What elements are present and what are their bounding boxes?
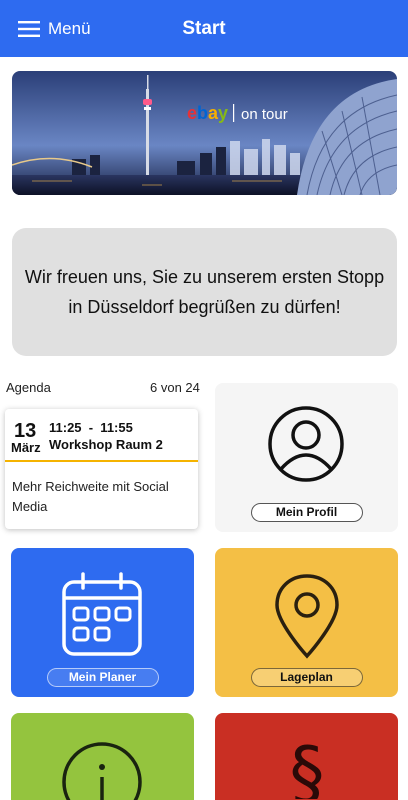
app-bar: Menü Start [0,0,408,57]
ebay-logo: ebay [187,103,228,123]
agenda-month: März [11,440,41,455]
agenda-label: Agenda [6,380,51,395]
planner-tile[interactable]: Mein Planer [11,548,194,697]
banner-tagline: on tour [241,106,288,123]
paragraph-icon: § [290,735,325,799]
page-title: Start [182,18,226,39]
legal-tile[interactable]: § [215,713,398,800]
user-icon [268,406,344,482]
agenda-count: 6 von 24 [150,380,200,395]
welcome-box: Wir freuen uns, Sie zu unserem ersten St… [12,228,397,356]
agenda-description: Mehr Reichweite mit Social Media [12,479,169,514]
agenda-card-header: 13 März 11:25 - 11:55 Workshop Raum 2 [5,409,198,462]
agenda-time: 11:25 - 11:55 [49,420,133,435]
agenda-room: Workshop Raum 2 [49,437,163,452]
agenda-card[interactable]: 13 März 11:25 - 11:55 Workshop Raum 2 Me… [5,409,198,529]
profile-tile[interactable]: Mein Profil [215,383,398,532]
calendar-icon [62,572,142,656]
welcome-text: Wir freuen uns, Sie zu unserem ersten St… [24,267,385,317]
profile-label: Mein Profil [250,503,363,522]
map-label: Lageplan [250,668,363,687]
info-tile[interactable] [11,713,194,800]
svg-text:§: § [290,735,325,799]
planner-label: Mein Planer [46,668,159,687]
location-pin-icon [275,574,339,659]
banner-image: ebay on tour [12,71,397,195]
info-icon [62,742,142,800]
map-tile[interactable]: Lageplan [215,548,398,697]
